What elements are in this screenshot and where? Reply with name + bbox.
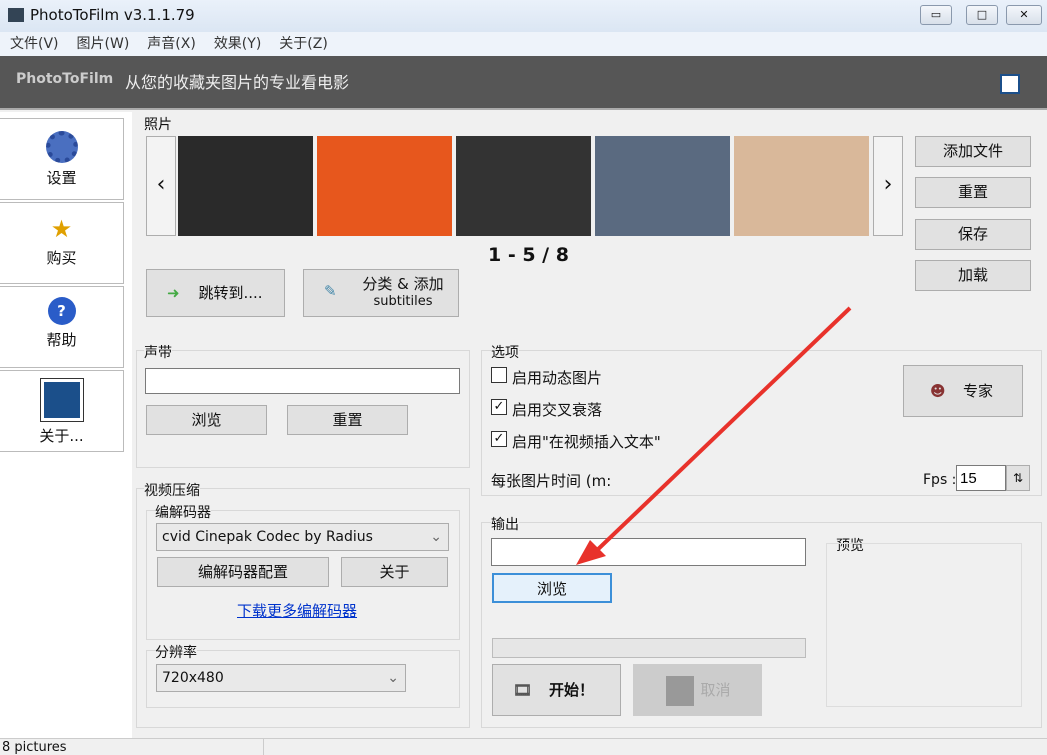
status-text: 8 pictures (2, 740, 67, 755)
status-bar: 8 pictures (0, 738, 1047, 755)
annotation-arrow (576, 306, 852, 565)
